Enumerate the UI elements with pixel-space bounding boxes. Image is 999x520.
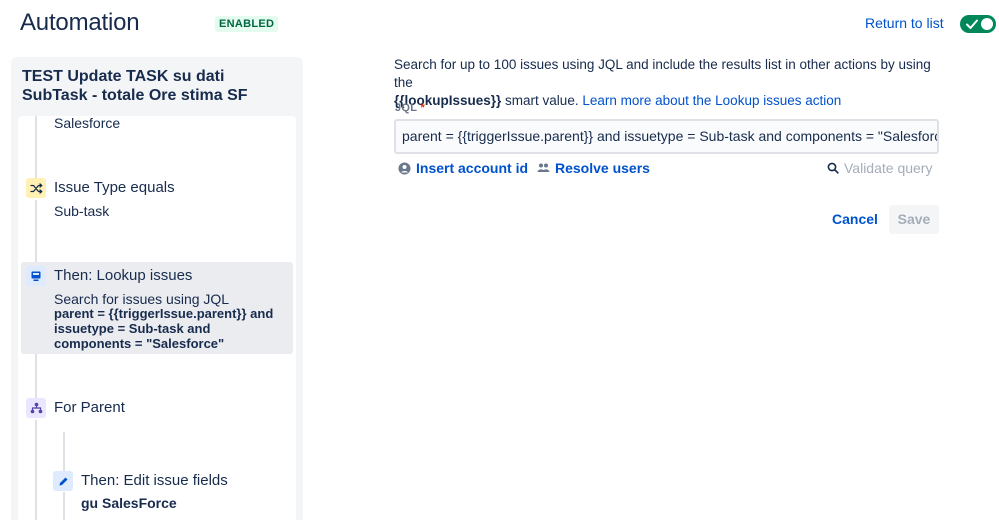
flow-connector (35, 354, 37, 400)
edit-step-title[interactable]: Then: Edit issue fields (81, 472, 228, 489)
save-button[interactable]: Save (889, 205, 939, 234)
edit-step-icon[interactable] (53, 471, 73, 491)
check-icon (966, 19, 978, 29)
search-icon (827, 162, 839, 174)
description-text: smart value. (501, 93, 583, 108)
flow-connector (35, 200, 37, 262)
learn-more-link[interactable]: Learn more about the Lookup issues actio… (582, 93, 841, 108)
branch-icon (30, 402, 42, 414)
resolve-users-label: Resolve users (555, 160, 650, 176)
toggle-knob (981, 18, 993, 30)
prev-step-value: Salesforce (54, 115, 121, 131)
lookup-step-title: Then: Lookup issues (54, 267, 193, 284)
rule-enabled-toggle[interactable] (960, 15, 996, 33)
page-title: Automation (20, 9, 140, 36)
lookup-step-icon (26, 266, 46, 286)
branch-connector (63, 432, 65, 472)
status-badge: ENABLED (215, 16, 279, 32)
people-icon (537, 163, 550, 172)
insert-account-id-label: Insert account id (416, 160, 529, 176)
rule-name: TEST Update TASK su dati SubTask - total… (22, 68, 248, 104)
flow-connector (35, 420, 37, 520)
jql-label: JQL * (395, 102, 425, 114)
branch-step-icon[interactable] (26, 398, 46, 418)
branch-step-title[interactable]: For Parent (54, 399, 125, 416)
condition-step-icon[interactable] (26, 178, 46, 198)
cancel-button[interactable]: Cancel (828, 205, 882, 234)
edit-step-value: gu SalesForce (81, 495, 177, 511)
flow-connector (35, 116, 37, 180)
required-indicator: * (420, 102, 426, 114)
condition-step-title[interactable]: Issue Type equals (54, 179, 175, 196)
insert-account-id-button[interactable]: Insert account id (398, 160, 528, 176)
description-text: Search for up to 100 issues using JQL an… (394, 57, 931, 90)
validate-query-button[interactable]: Validate query (827, 160, 932, 176)
monitor-icon (31, 271, 41, 281)
jql-label-text: JQL (395, 102, 418, 114)
return-to-list-link[interactable]: Return to list (865, 15, 944, 31)
lookup-jql-line: issuetype = Sub-task and (54, 321, 211, 336)
lookup-description: Search for up to 100 issues using JQL an… (394, 56, 939, 110)
jql-input[interactable]: parent = {{triggerIssue.parent}} and iss… (394, 119, 939, 154)
resolve-users-button[interactable]: Resolve users (537, 160, 650, 176)
condition-step-value: Sub-task (54, 203, 110, 219)
lookup-jql-line: components = "Salesforce" (54, 336, 225, 351)
lookup-jql-line: parent = {{triggerIssue.parent}} and (54, 306, 274, 321)
pencil-icon (59, 477, 67, 485)
user-circle-icon (398, 162, 411, 174)
shuffle-icon (29, 182, 42, 194)
validate-query-label: Validate query (844, 160, 933, 176)
branch-connector (63, 492, 65, 520)
